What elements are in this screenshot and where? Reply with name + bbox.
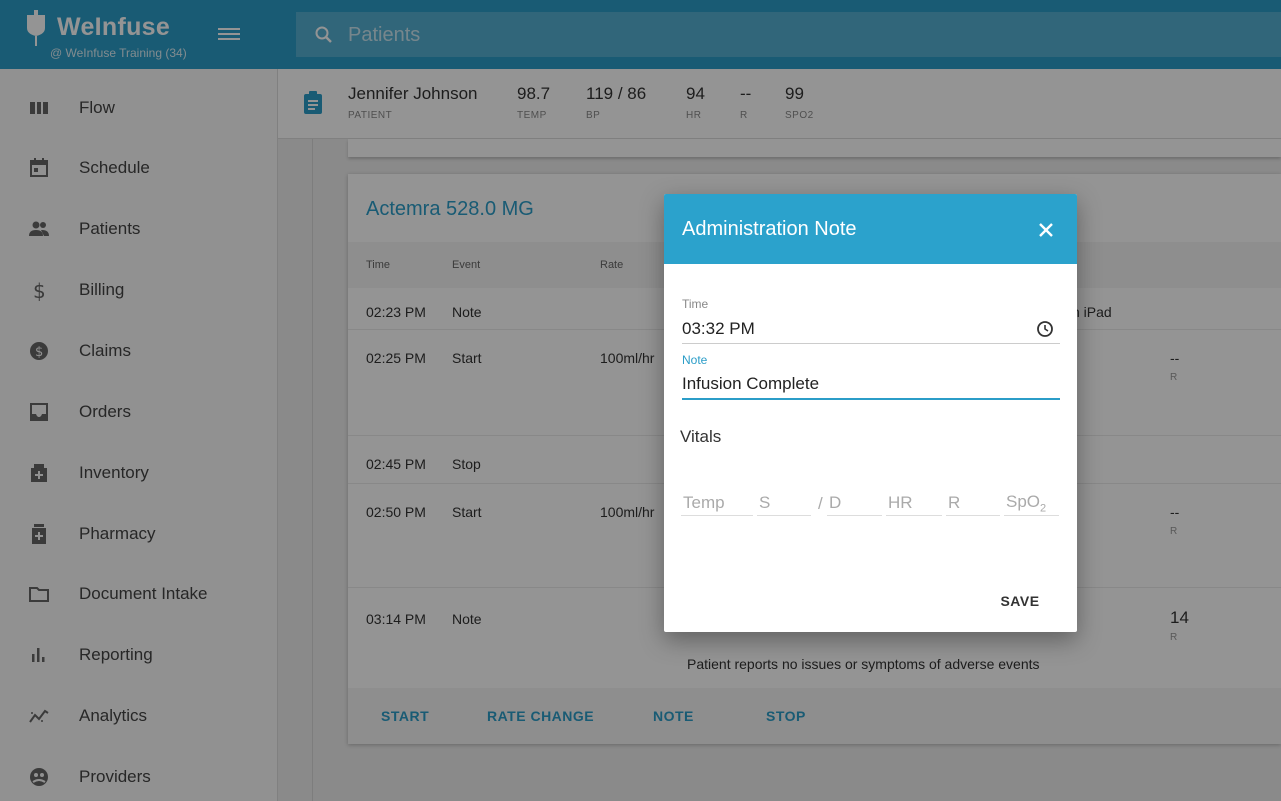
dialog-header: Administration Note [664, 194, 1077, 264]
temp-input[interactable] [681, 490, 753, 516]
time-field[interactable] [682, 314, 1060, 344]
modal-backdrop[interactable] [0, 0, 1281, 801]
bp-separator: / [818, 494, 823, 513]
diastolic-input[interactable] [827, 490, 882, 516]
close-icon[interactable] [1032, 216, 1060, 244]
systolic-input[interactable] [757, 490, 811, 516]
note-field[interactable] [682, 370, 1060, 400]
dialog-title: Administration Note [682, 218, 857, 240]
spo2-placeholder: SpO2 [1006, 492, 1046, 514]
note-field-label: Note [682, 353, 708, 367]
clock-icon[interactable] [1036, 320, 1054, 338]
administration-note-dialog: Administration Note Time Note Vitals / S… [664, 194, 1077, 632]
spo2-subscript: 2 [1040, 502, 1047, 515]
save-button[interactable]: SAVE [986, 586, 1054, 616]
r-input[interactable] [946, 490, 1000, 516]
hr-input[interactable] [886, 490, 942, 516]
time-field-label: Time [682, 297, 709, 311]
spo2-placeholder-text: SpO [1006, 492, 1041, 511]
vitals-heading: Vitals [680, 427, 722, 446]
